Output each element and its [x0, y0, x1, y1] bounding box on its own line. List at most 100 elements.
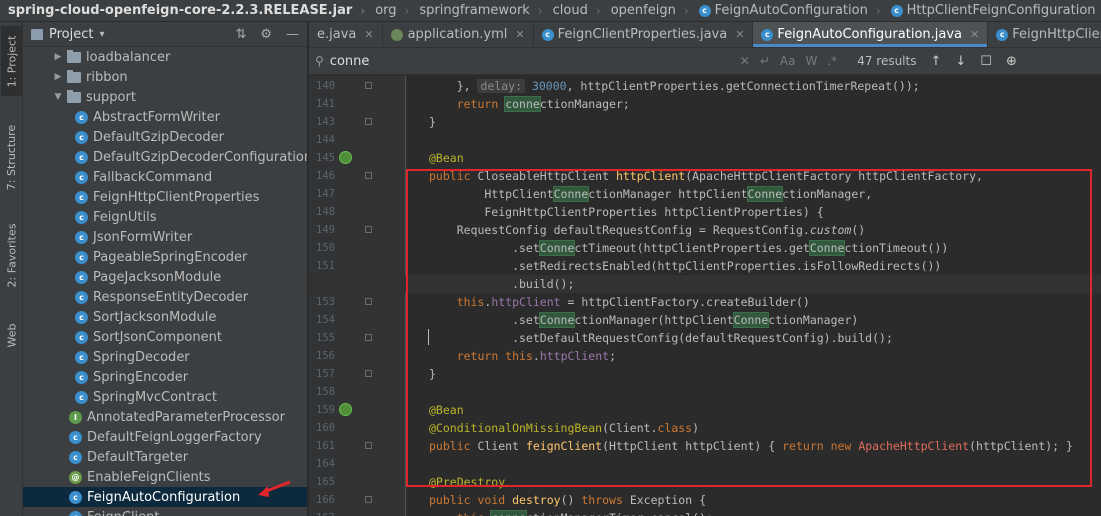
tree-item[interactable]: c SortJsonComponent [23, 327, 307, 347]
hide-panel-icon[interactable]: — [286, 27, 299, 42]
breadcrumb-item[interactable]: openfeign › [603, 3, 691, 18]
tree-item[interactable]: c FallbackCommand [23, 167, 307, 187]
text-caret [428, 329, 429, 345]
tree-item[interactable]: ▶ loadbalancer [23, 47, 307, 67]
project-panel: Project ▾ ⇅ ⚙ — ▶ loadbalancer ▶ ribbon ▼ sup… [23, 22, 308, 516]
code-area[interactable]: 1401411431441451461471481491501511521531… [309, 76, 1101, 516]
search-icon[interactable]: ⚲ [315, 54, 324, 68]
breadcrumb-label: openfeign [610, 3, 676, 18]
favorites-tool-tab[interactable]: 2: Favorites [1, 212, 22, 298]
new-line-icon[interactable]: ↵ [760, 54, 770, 68]
editor-tab[interactable]: c FeignClientProperties.java ✕ [534, 22, 754, 47]
add-occurrence-icon[interactable]: ⊕ [1006, 54, 1017, 69]
tree-item[interactable]: ▼ support [23, 87, 307, 107]
tree-item-label: SpringDecoder [93, 349, 190, 365]
breadcrumb-item[interactable]: springframework › [411, 3, 544, 18]
class-icon: c [75, 250, 88, 264]
tree-item-label: loadbalancer [86, 49, 171, 65]
editor-tab[interactable]: e.java ✕ [309, 22, 383, 47]
tree-item-label: AbstractFormWriter [93, 109, 220, 125]
tree-item[interactable]: c SortJacksonModule [23, 307, 307, 327]
collapsed-arrow-icon[interactable]: ▶ [53, 72, 63, 82]
breadcrumb-label: springframework [419, 3, 530, 18]
tree-item[interactable]: ▶ ribbon [23, 67, 307, 87]
chevron-right-icon: › [404, 3, 410, 18]
breadcrumb-item[interactable]: org › [367, 3, 411, 18]
class-icon: c [75, 130, 88, 144]
tree-item-label: EnableFeignClients [87, 469, 211, 485]
close-icon[interactable]: ✕ [735, 28, 744, 41]
tree-item[interactable]: c DefaultGzipDecoderConfiguration [23, 147, 307, 167]
match-case-toggle[interactable]: Aa [780, 54, 796, 68]
breadcrumb-item[interactable]: cHttpClientFeignConfiguration› [883, 3, 1101, 18]
class-icon: c [541, 28, 554, 41]
folder-icon [67, 89, 81, 103]
collapse-all-icon[interactable]: ⇅ [235, 27, 246, 42]
chevron-down-icon[interactable]: ▾ [99, 29, 104, 40]
collapsed-arrow-icon[interactable]: ▶ [53, 52, 63, 62]
gear-icon[interactable]: ⚙ [260, 27, 272, 42]
tree-item-label: ResponseEntityDecoder [93, 289, 249, 305]
editor-tab-label: FeignHttpClientProperties.ja [1012, 27, 1101, 42]
tree-item-label: FeignClient [87, 510, 160, 516]
project-tool-tab[interactable]: 1: Project [1, 26, 22, 96]
tree-item[interactable]: c FeignClient [23, 507, 307, 516]
tree-item-label: DefaultTargeter [87, 449, 189, 465]
search-results-count: 47 results [857, 54, 917, 68]
breadcrumb-item[interactable]: spring-cloud-openfeign-core-2.2.3.RELEAS… [0, 3, 367, 18]
chevron-right-icon: › [875, 3, 881, 18]
tree-item-label: DefaultGzipDecoder [93, 129, 224, 145]
next-occurrence-icon[interactable]: ↓ [955, 54, 966, 69]
class-icon: c [75, 330, 88, 344]
select-all-occurrences-icon[interactable]: ☐ [980, 54, 992, 69]
tree-item[interactable]: c SpringMvcContract [23, 387, 307, 407]
editor-tab[interactable]: c FeignAutoConfiguration.java ✕ [753, 22, 989, 47]
tree-item[interactable]: c JsonFormWriter [23, 227, 307, 247]
close-icon[interactable]: ✕ [515, 28, 524, 41]
class-icon: c [761, 28, 774, 41]
tree-item[interactable]: c DefaultTargeter [23, 447, 307, 467]
tree-item-label: JsonFormWriter [93, 229, 193, 245]
tree-item-label: FallbackCommand [93, 169, 213, 185]
chevron-right-icon: › [360, 3, 366, 18]
expanded-arrow-icon[interactable]: ▼ [53, 92, 63, 102]
project-panel-title[interactable]: Project [49, 27, 93, 42]
tree-item[interactable]: c DefaultFeignLoggerFactory [23, 427, 307, 447]
close-icon[interactable]: ✕ [364, 28, 373, 41]
class-icon: c [69, 450, 82, 464]
structure-tool-tab[interactable]: 7: Structure [1, 114, 22, 200]
tree-item[interactable]: c FeignUtils [23, 207, 307, 227]
tree-item[interactable]: c SpringDecoder [23, 347, 307, 367]
favorites-tool-label: 2: Favorites [5, 223, 19, 287]
tree-item[interactable]: c DefaultGzipDecoder [23, 127, 307, 147]
search-input[interactable]: conne [330, 54, 730, 69]
tree-item[interactable]: c FeignHttpClientProperties [23, 187, 307, 207]
editor-tab[interactable]: cFeignHttpClientProperties.ja [988, 22, 1101, 47]
code-line-text: } [429, 115, 436, 129]
editor: e.java ✕ application.yml ✕ c FeignClientPrope… [309, 22, 1101, 516]
tree-item[interactable]: c PageJacksonModule [23, 267, 307, 287]
breadcrumb-item[interactable]: cloud › [545, 3, 603, 18]
breadcrumb-item[interactable]: c FeignAutoConfiguration › [691, 3, 883, 18]
tree-item-label: DefaultFeignLoggerFactory [87, 429, 262, 445]
tree-item[interactable]: c ResponseEntityDecoder [23, 287, 307, 307]
tree-item[interactable]: c PageableSpringEncoder [23, 247, 307, 267]
code-line-text: @Bean [429, 151, 464, 165]
tree-item[interactable]: c AbstractFormWriter [23, 107, 307, 127]
breadcrumb-label: HttpClientFeignConfiguration [906, 3, 1096, 18]
breadcrumb-label: org [375, 3, 397, 18]
regex-toggle[interactable]: .* [827, 54, 837, 68]
close-icon[interactable]: ✕ [970, 28, 979, 41]
editor-tab-label: FeignClientProperties.java [557, 27, 728, 42]
previous-occurrence-icon[interactable]: ↑ [930, 54, 941, 69]
clear-search-icon[interactable]: ✕ [740, 54, 750, 68]
web-tool-tab[interactable]: Web [1, 312, 22, 358]
tree-item[interactable]: I AnnotatedParameterProcessor [23, 407, 307, 427]
code-line: return connectionManager; [309, 95, 1101, 113]
editor-tab[interactable]: application.yml ✕ [383, 22, 534, 47]
web-tool-label: Web [5, 323, 19, 347]
project-folder-icon [31, 28, 43, 40]
tree-item[interactable]: c SpringEncoder [23, 367, 307, 387]
project-panel-header: Project ▾ ⇅ ⚙ — [23, 22, 307, 47]
words-toggle[interactable]: W [805, 54, 817, 68]
